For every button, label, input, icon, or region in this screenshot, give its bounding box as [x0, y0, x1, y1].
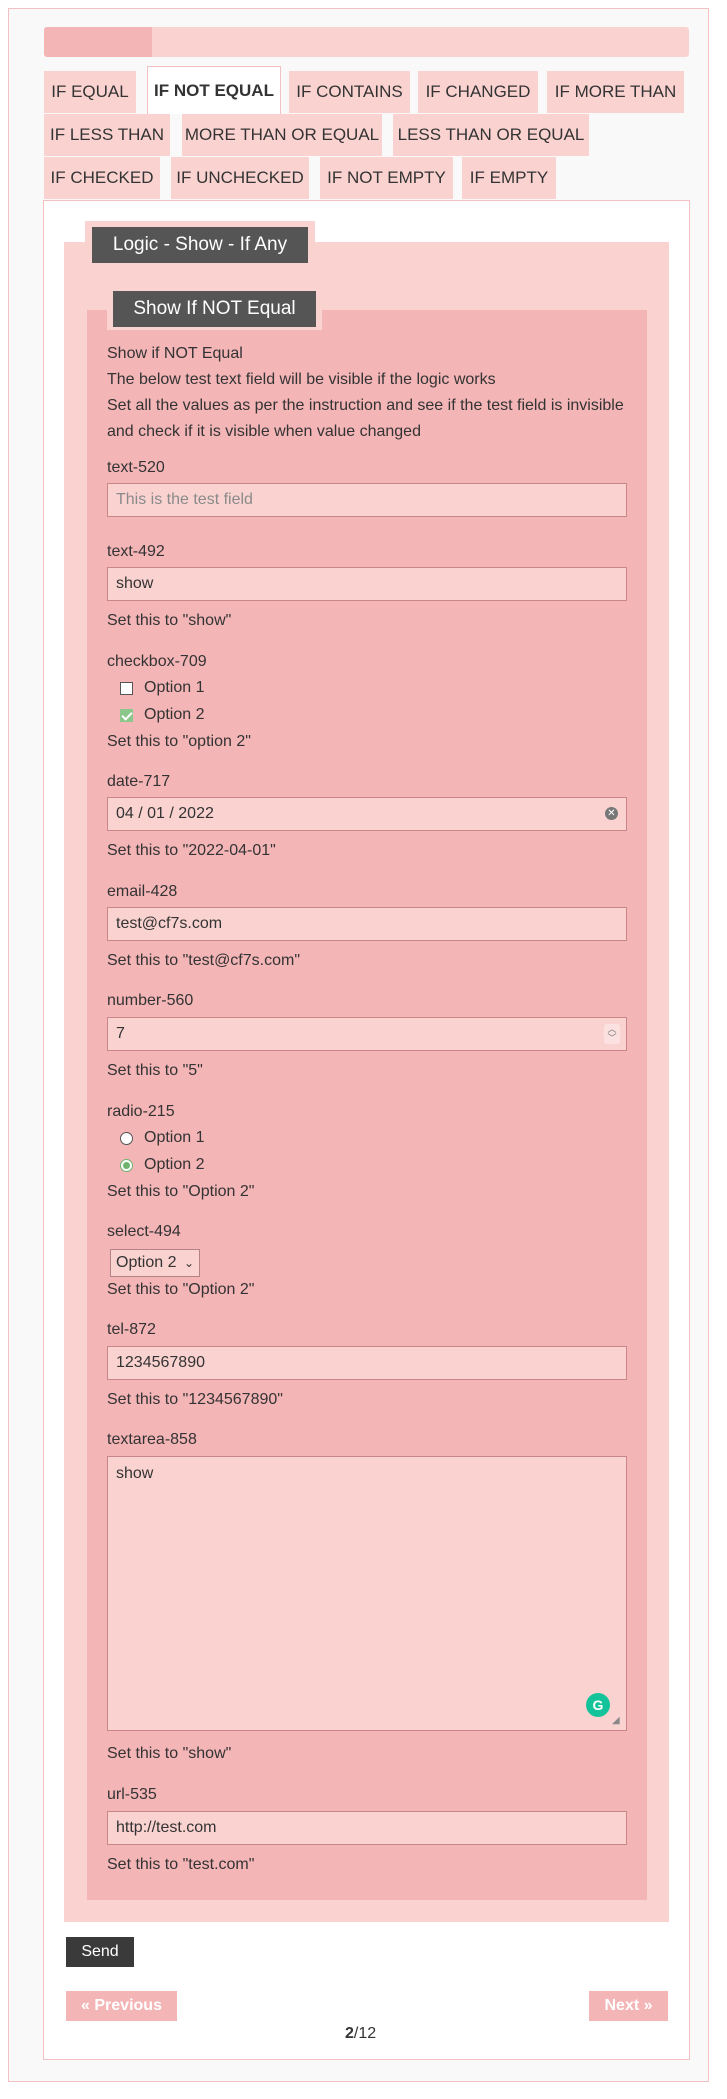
field-label: textarea-858 — [107, 1431, 197, 1448]
clear-icon[interactable]: ✕ — [605, 807, 618, 820]
tab-if-contains[interactable]: IF CONTAINS — [289, 71, 410, 113]
field-hint: Set this to "test@cf7s.com" — [107, 952, 300, 969]
tab-if-unchecked[interactable]: IF UNCHECKED — [171, 157, 309, 199]
tab-if-not-equal[interactable]: IF NOT EQUAL — [147, 66, 281, 114]
field-hint: Set this to "1234567890" — [107, 1391, 283, 1408]
tel-input[interactable]: 1234567890 — [107, 1346, 627, 1380]
tab-if-changed[interactable]: IF CHANGED — [418, 71, 538, 113]
field-label: radio-215 — [107, 1103, 175, 1120]
previous-button[interactable]: « Previous — [66, 1991, 177, 2021]
email-input[interactable]: test@cf7s.com — [107, 907, 627, 941]
textarea-input[interactable]: show — [107, 1456, 627, 1731]
field-hint: Set this to "test.com" — [107, 1856, 255, 1873]
text-492-input[interactable]: show — [107, 567, 627, 601]
send-button[interactable]: Send — [66, 1937, 134, 1967]
tab-if-more-than[interactable]: IF MORE THAN — [547, 71, 684, 113]
checkbox-option-1-label[interactable]: Option 1 — [144, 679, 204, 697]
field-hint: Set this to "Option 2" — [107, 1281, 255, 1298]
field-label: email-428 — [107, 883, 178, 900]
radio-option-2[interactable] — [120, 1159, 133, 1172]
checkbox-option-2-label[interactable]: Option 2 — [144, 706, 204, 724]
field-label: number-560 — [107, 992, 194, 1009]
fieldset-legend: Logic - Show - If Any — [92, 227, 308, 263]
field-label: checkbox-709 — [107, 653, 207, 670]
test-text-field[interactable]: This is the test field — [107, 483, 627, 517]
field-hint: Set this to "Option 2" — [107, 1183, 255, 1200]
resize-handle-icon[interactable]: ◢ — [612, 1716, 622, 1726]
select-value: Option 2 — [116, 1254, 177, 1271]
intro-instruction-cont: and check if it is visible when value ch… — [107, 423, 421, 440]
intro-instruction: Set all the values as per the instructio… — [107, 397, 624, 414]
field-label: select-494 — [107, 1223, 181, 1240]
checkbox-option-1[interactable] — [120, 682, 133, 695]
progress-fill — [44, 27, 152, 57]
field-hint: Set this to "show" — [107, 612, 232, 629]
field-hint: Set this to "show" — [107, 1745, 232, 1762]
inner-fieldset-legend: Show If NOT Equal — [113, 291, 316, 327]
field-label: text-492 — [107, 543, 165, 560]
tab-if-less-than[interactable]: IF LESS THAN — [44, 114, 170, 156]
page-indicator: 2/12 — [345, 2025, 376, 2043]
select-dropdown[interactable]: Option 2 ⌄ — [110, 1249, 200, 1277]
field-label: tel-872 — [107, 1321, 156, 1338]
intro-heading: Show if NOT Equal — [107, 345, 243, 362]
intro-text: The below test text field will be visibl… — [107, 371, 496, 388]
date-value: 04 / 01 / 2022 — [116, 805, 214, 822]
radio-option-1[interactable] — [120, 1132, 133, 1145]
radio-option-1-label[interactable]: Option 1 — [144, 1129, 204, 1147]
field-label: url-535 — [107, 1786, 157, 1803]
next-button[interactable]: Next » — [589, 1991, 668, 2021]
field-hint: Set this to "option 2" — [107, 733, 251, 750]
number-value: 7 — [116, 1025, 125, 1042]
tab-if-equal[interactable]: IF EQUAL — [44, 71, 136, 113]
current-page: 2 — [345, 2025, 354, 2042]
tab-if-empty[interactable]: IF EMPTY — [462, 157, 556, 199]
spinner-icon[interactable]: ︿ ﹀ — [604, 1024, 620, 1044]
url-input[interactable]: http://test.com — [107, 1811, 627, 1845]
tab-if-checked[interactable]: IF CHECKED — [44, 157, 160, 199]
field-hint: Set this to "2022-04-01" — [107, 842, 276, 859]
tab-more-than-or-equal[interactable]: MORE THAN OR EQUAL — [182, 114, 382, 156]
field-hint: Set this to "5" — [107, 1062, 203, 1079]
field-label: text-520 — [107, 459, 165, 476]
progress-bar — [44, 27, 689, 57]
number-input[interactable]: 7 ︿ ﹀ — [107, 1017, 627, 1051]
checkbox-option-2[interactable] — [120, 709, 133, 722]
grammarly-icon[interactable]: G — [586, 1693, 610, 1717]
total-pages: /12 — [353, 2025, 377, 2042]
field-label: date-717 — [107, 773, 171, 790]
date-input[interactable]: 04 / 01 / 2022 ✕ — [107, 797, 627, 831]
chevron-down-icon: ⌄ — [183, 1256, 194, 1270]
radio-option-2-label[interactable]: Option 2 — [144, 1156, 204, 1174]
tab-if-not-empty[interactable]: IF NOT EMPTY — [320, 157, 453, 199]
tab-less-than-or-equal[interactable]: LESS THAN OR EQUAL — [393, 114, 589, 156]
